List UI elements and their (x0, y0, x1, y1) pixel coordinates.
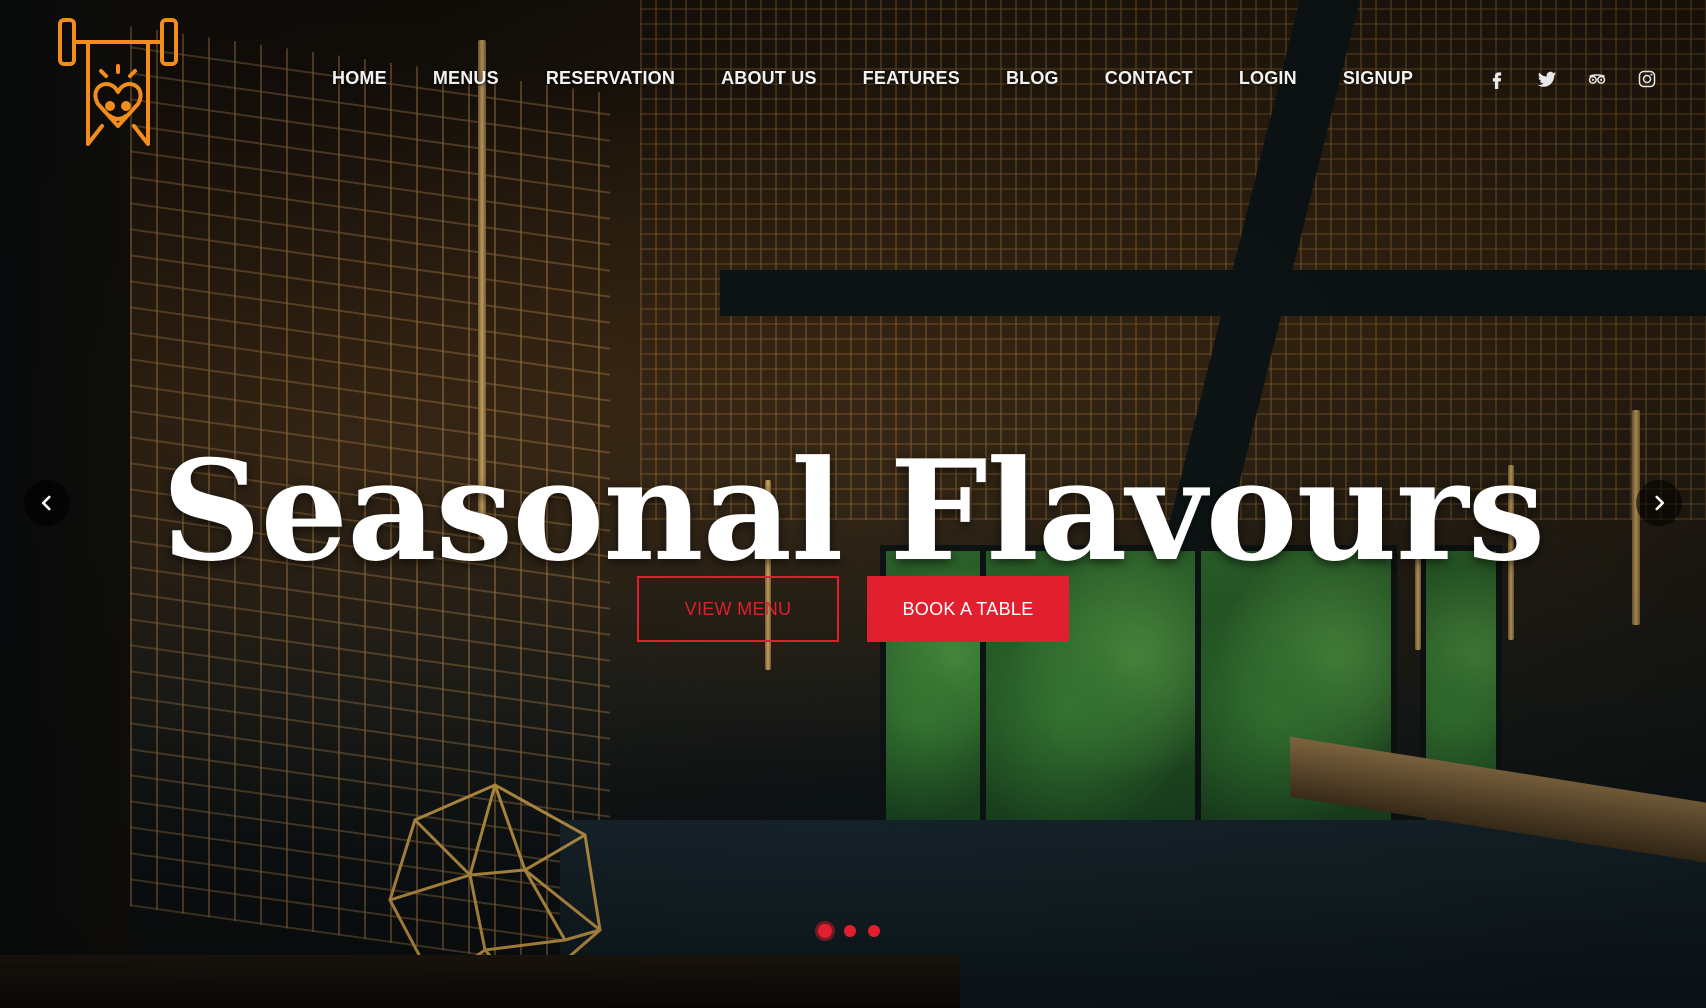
nav-item-features[interactable]: FEATURES (863, 68, 960, 89)
instagram-icon[interactable] (1634, 66, 1660, 92)
carousel-pagination (818, 924, 880, 938)
nav-item-login[interactable]: LOGIN (1239, 68, 1297, 89)
site-logo[interactable] (58, 16, 178, 148)
hero-title: Seasonal Flavours (161, 429, 1546, 593)
carousel-dot[interactable] (818, 924, 832, 938)
nav-item-menus[interactable]: MENUS (433, 68, 499, 89)
social-links (1484, 66, 1660, 92)
book-a-table-button[interactable]: BOOK A TABLE (867, 576, 1069, 642)
nav-item-signup[interactable]: SIGNUP (1343, 68, 1413, 89)
main-nav: HOME MENUS RESERVATION ABOUT US FEATURES… (332, 68, 1459, 89)
nav-item-home[interactable]: HOME (332, 68, 387, 89)
nav-item-about-us[interactable]: ABOUT US (721, 68, 817, 89)
carousel-next-button[interactable] (1636, 480, 1682, 526)
tripadvisor-icon[interactable] (1584, 66, 1610, 92)
hero-section: HOME MENUS RESERVATION ABOUT US FEATURES… (0, 0, 1706, 1008)
nav-item-blog[interactable]: BLOG (1006, 68, 1059, 89)
carousel-dot[interactable] (844, 925, 856, 937)
chevron-right-icon (1655, 495, 1665, 511)
nav-item-contact[interactable]: CONTACT (1105, 68, 1193, 89)
chevron-left-icon (41, 495, 51, 511)
nav-item-reservation[interactable]: RESERVATION (546, 68, 675, 89)
view-menu-button[interactable]: VIEW MENU (637, 576, 839, 642)
twitter-icon[interactable] (1534, 66, 1560, 92)
carousel-dot[interactable] (868, 925, 880, 937)
facebook-icon[interactable] (1484, 66, 1510, 92)
barbell-heart-logo-icon (58, 18, 178, 146)
carousel-prev-button[interactable] (24, 480, 70, 526)
